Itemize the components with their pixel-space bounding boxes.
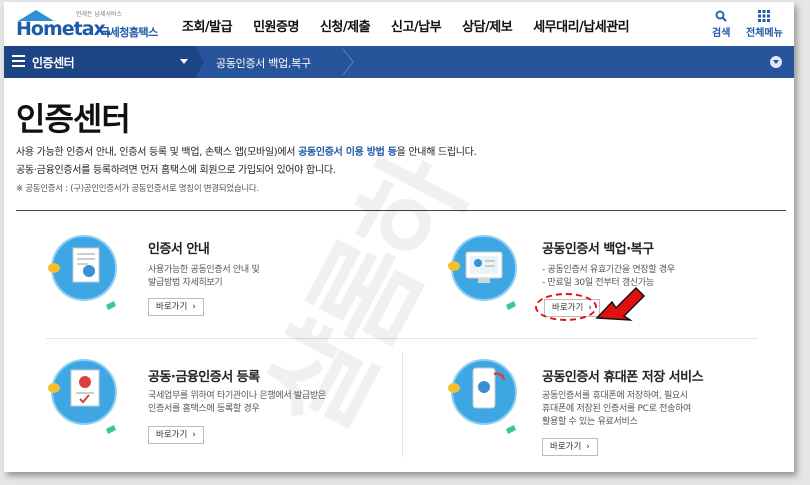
card-title-cert-info: 인증서 안내 <box>148 242 210 257</box>
nav-item-apply[interactable]: 신청/제출 <box>320 16 371 35</box>
section-bar: 인증센터 공동인증서 백업,복구 <box>4 46 794 78</box>
breadcrumb-separator-icon <box>195 46 204 78</box>
main-nav: 조회/발급 민원증명 신청/제출 신고/납부 상담/제보 세무대리/납세관리 <box>182 16 650 35</box>
expand-toggle-icon[interactable] <box>770 56 782 68</box>
breadcrumb-chevron-icon <box>342 49 354 75</box>
certificate-register-icon <box>48 359 117 434</box>
search-label: 검색 <box>712 28 731 39</box>
all-menu-label: 전체메뉴 <box>746 28 783 39</box>
hometax-logo[interactable]: 언제든 납세서비스 Hometax. 국세청홈택스 <box>14 8 174 42</box>
logo-brand-kr: 국세청홈택스 <box>100 26 158 39</box>
logo-tagline: 언제든 납세서비스 <box>76 11 123 18</box>
card-desc-phone-storage: 공동인증서를 휴대폰에 저장하여, 필요시 휴대폰에 저장된 인증서를 PC로 전… <box>542 391 692 427</box>
phone-storage-icon <box>448 359 517 434</box>
register-more-button[interactable]: 바로가기 › <box>148 426 204 444</box>
certificate-info-icon <box>48 235 117 310</box>
nav-item-certificates[interactable]: 민원증명 <box>253 16 299 35</box>
site-header: 언제든 납세서비스 Hometax. 국세청홈택스 조회/발급 민원증명 신청/… <box>4 2 794 46</box>
page-title: 인증센터 <box>16 100 131 138</box>
pointer-arrow-icon <box>595 286 646 321</box>
grid-icon <box>758 10 771 22</box>
nav-item-tax-agent[interactable]: 세무대리/납세관리 <box>533 16 629 35</box>
nav-item-inquiry[interactable]: 조회/발급 <box>182 16 233 35</box>
cert-info-more-button[interactable]: 바로가기 › <box>148 298 204 316</box>
search-button[interactable]: 검색 <box>712 10 730 39</box>
intro-line-2: 공동·금융인증서를 등록하려면 먼저 홈택스에 회원으로 가입되어 있어야 합니… <box>16 165 336 176</box>
search-icon <box>715 10 727 22</box>
caret-down-icon <box>180 59 188 64</box>
hamburger-icon <box>12 55 25 67</box>
card-title-phone-storage: 공동인증서 휴대폰 저장 서비스 <box>542 370 704 385</box>
section-selector[interactable]: 인증센터 <box>4 46 195 78</box>
nav-item-report-pay[interactable]: 신고/납부 <box>391 16 442 35</box>
card-title-backup: 공동인증서 백업·복구 <box>542 242 654 257</box>
card-desc-cert-info: 사용가능한 공동인증서 안내 및 발급방법 자세히보기 <box>148 265 260 288</box>
browser-page: 언제든 납세서비스 Hometax. 국세청홈택스 조회/발급 민원증명 신청/… <box>4 2 794 472</box>
phone-storage-more-button[interactable]: 바로가기 › <box>542 438 598 456</box>
breadcrumb-current[interactable]: 공동인증서 백업,복구 <box>216 55 311 71</box>
nav-item-consult[interactable]: 상담/제보 <box>462 16 513 35</box>
highlight-circle <box>535 293 597 321</box>
section-title: 인증센터 <box>32 56 75 70</box>
logo-brand: Hometax. <box>16 18 112 40</box>
intro-note: ※ 공동인증서 : (구)공인인증서가 공동인증서로 명칭이 변경되었습니다. <box>16 184 259 194</box>
all-menu-button[interactable]: 전체메뉴 <box>746 10 783 39</box>
